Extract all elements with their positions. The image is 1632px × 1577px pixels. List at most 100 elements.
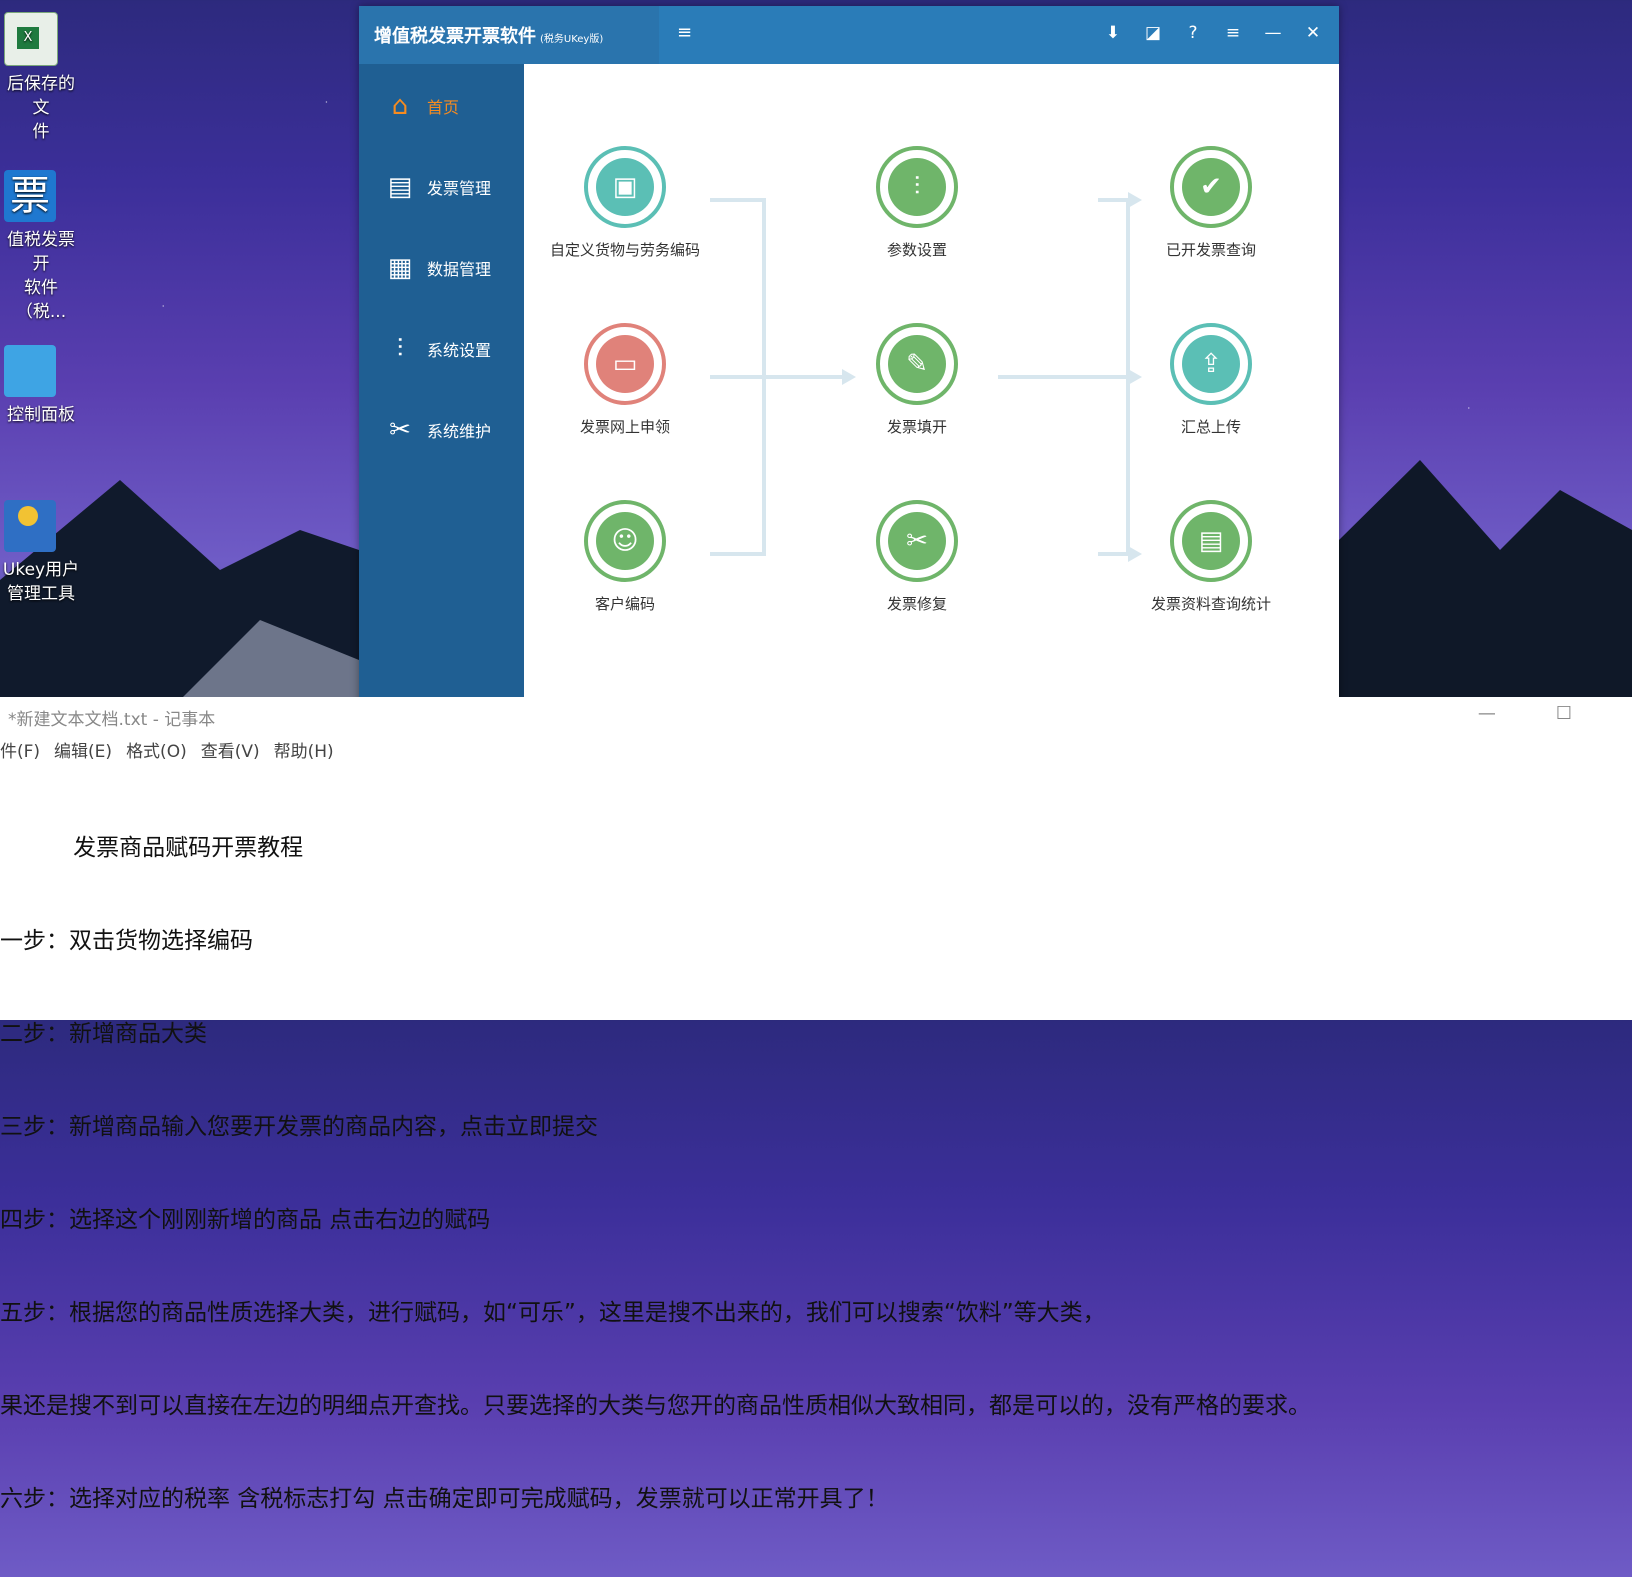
- feature-circle: ✎: [876, 323, 958, 405]
- control-panel-icon: [4, 345, 56, 397]
- nav-item-invoice-management[interactable]: ▤ 发票管理: [359, 157, 524, 217]
- app-subtitle: (税务UKey版): [540, 34, 604, 45]
- nav-item-label: 系统维护: [427, 422, 492, 441]
- notepad-window: *新建文本文档.txt - 记事本 — ☐ 件(F) 编辑(E) 格式(O) 查…: [0, 697, 1632, 1512]
- invoice-app-icon: 票: [4, 170, 56, 222]
- desktop-icon-control-panel[interactable]: 控制面板: [0, 345, 82, 427]
- maximize-button[interactable]: ☐: [1556, 703, 1572, 724]
- minimize-button[interactable]: —: [1253, 16, 1293, 50]
- sidebar: ⌂ 首页 ▤ 发票管理 ▦ 数据管理 ⫶ 系统设置 ✂ 系统维护: [359, 64, 524, 743]
- feature-issued-invoice-query[interactable]: ✔ 已开发票查询: [1126, 146, 1296, 260]
- feature-invoice-online-apply[interactable]: ▭ 发票网上申领: [540, 323, 710, 437]
- menu-edit[interactable]: 编辑(E): [54, 737, 112, 762]
- tools-icon: ✂: [389, 415, 411, 445]
- feature-circle: ☺: [584, 500, 666, 582]
- desktop-icon-label: 软件（税...: [15, 278, 67, 322]
- notepad-text-area[interactable]: 发票商品赋码开票教程 一步：双击货物选择编码 二步：新增商品大类 三步：新增商品…: [0, 771, 1311, 1577]
- home-content: ▣ 自定义货物与劳务编码 ⫶ 参数设置 ✔ 已开发票查询 ▭ 发票网上申领 ✎ …: [524, 64, 1339, 719]
- database-icon: ▦: [387, 253, 413, 283]
- menu-view[interactable]: 查看(V): [201, 737, 260, 762]
- monitor-icon: ▭: [596, 335, 654, 393]
- text-line: 二步：新增商品大类: [0, 1021, 207, 1047]
- menu-file[interactable]: 件(F): [0, 737, 40, 762]
- excel-file-icon: X: [4, 12, 58, 66]
- desktop-icon-invoice-app[interactable]: 票 值税发票开 软件（税...: [0, 170, 82, 324]
- nav-item-label: 发票管理: [427, 179, 492, 198]
- feature-circle: ⇪: [1170, 323, 1252, 405]
- menu-icon[interactable]: ≡: [1213, 16, 1253, 50]
- skin-icon[interactable]: ◪: [1133, 16, 1173, 50]
- feature-custom-goods-code[interactable]: ▣ 自定义货物与劳务编码: [540, 146, 710, 260]
- nav-item-home[interactable]: ⌂ 首页: [359, 76, 524, 136]
- text-line: 五步：根据您的商品性质选择大类，进行赋码，如“可乐”，这里是搜不出来的，我们可以…: [0, 1300, 1106, 1326]
- desktop-icon-label: Ukey用户: [2, 560, 80, 580]
- feature-summary-upload[interactable]: ⇪ 汇总上传: [1126, 323, 1296, 437]
- title-bar: 增值税发票开票软件 (税务UKey版) ≡ ⬇ ◪ ? ≡ — ✕: [359, 6, 1339, 64]
- desktop-icon-saved-file[interactable]: X 后保存的文 件: [0, 12, 82, 144]
- feature-circle: ✔: [1170, 146, 1252, 228]
- printer-search-icon: ▤: [1182, 512, 1240, 570]
- desktop-icon-label: 件: [32, 122, 50, 142]
- feature-label: 已开发票查询: [1165, 241, 1256, 259]
- desktop-icon-label: 后保存的文: [7, 74, 75, 118]
- text-line: 果还是搜不到可以直接在左边的明细点开查找。只要选择的大类与您开的商品性质相似大致…: [0, 1393, 1311, 1419]
- feature-invoice-fill[interactable]: ✎ 发票填开: [832, 323, 1002, 437]
- sliders-icon: ⫶: [888, 158, 946, 216]
- nav-item-data-management[interactable]: ▦ 数据管理: [359, 238, 524, 298]
- feature-label: 客户编码: [594, 595, 655, 613]
- desktop-icon-label: 控制面板: [7, 405, 75, 425]
- notepad-title: *新建文本文档.txt - 记事本: [8, 710, 216, 730]
- feature-customer-code[interactable]: ☺ 客户编码: [540, 500, 710, 614]
- ukey-tool-icon: [4, 500, 56, 552]
- help-icon[interactable]: ?: [1173, 16, 1213, 50]
- tools-icon: ✂: [888, 512, 946, 570]
- text-line: 六步：选择对应的税率 含税标志打勾 点击确定即可完成赋码，发票就可以正常开具了！: [0, 1486, 889, 1512]
- nav-item-system-settings[interactable]: ⫶ 系统设置: [359, 319, 524, 379]
- nav-item-system-maintenance[interactable]: ✂ 系统维护: [359, 400, 524, 460]
- feature-circle: ⫶: [876, 146, 958, 228]
- desktop-icon-label: 值税发票开: [7, 230, 75, 274]
- close-button[interactable]: ✕: [1293, 16, 1333, 50]
- feature-label: 发票资料查询统计: [1150, 595, 1271, 613]
- text-line: 三步：新增商品输入您要开发票的商品内容，点击立即提交: [0, 1114, 598, 1140]
- nav-item-label: 系统设置: [427, 341, 492, 360]
- desktop-icon-ukey-tool[interactable]: Ukey用户 管理工具: [0, 500, 82, 606]
- printer-icon: ▤: [387, 172, 413, 202]
- pen-icon: ✎: [888, 335, 946, 393]
- notepad-window-controls: — ☐: [1418, 703, 1572, 724]
- feature-parameter-settings[interactable]: ⫶ 参数设置: [832, 146, 1002, 260]
- feature-label: 发票填开: [886, 418, 947, 436]
- feature-invoice-repair[interactable]: ✂ 发票修复: [832, 500, 1002, 614]
- app-title: 增值税发票开票软件 (税务UKey版): [374, 22, 603, 48]
- minimize-button[interactable]: —: [1478, 703, 1496, 724]
- nav-item-label: 首页: [427, 98, 460, 117]
- collapse-menu-icon[interactable]: ≡: [677, 22, 692, 43]
- feature-label: 汇总上传: [1180, 418, 1241, 436]
- shopping-cart-icon: ▣: [596, 158, 654, 216]
- download-icon[interactable]: ⬇: [1093, 16, 1133, 50]
- feature-label: 发票修复: [886, 595, 947, 613]
- invoice-app-window: 增值税发票开票软件 (税务UKey版) ≡ ⬇ ◪ ? ≡ — ✕ ⌂ 首页 ▤ …: [359, 6, 1339, 743]
- feature-circle: ▭: [584, 323, 666, 405]
- upload-monitor-icon: ⇪: [1182, 335, 1240, 393]
- desktop-icon-label: 管理工具: [7, 584, 75, 604]
- feature-label: 参数设置: [886, 241, 947, 259]
- feature-label: 自定义货物与劳务编码: [549, 241, 700, 259]
- checkmark-search-icon: ✔: [1182, 158, 1240, 216]
- text-line: 一步：双击货物选择编码: [0, 928, 253, 954]
- text-line: 四步：选择这个刚刚新增的商品 点击右边的赋码: [0, 1207, 491, 1233]
- nav-item-label: 数据管理: [427, 260, 492, 279]
- text-line: 发票商品赋码开票教程: [0, 835, 304, 861]
- title-area: 增值税发票开票软件 (税务UKey版): [359, 6, 659, 64]
- menu-help[interactable]: 帮助(H): [274, 737, 334, 762]
- app-title-text: 增值税发票开票软件: [374, 26, 536, 47]
- sliders-icon: ⫶: [396, 333, 404, 364]
- home-icon: ⌂: [391, 91, 409, 121]
- feature-circle: ▣: [584, 146, 666, 228]
- feature-circle: ✂: [876, 500, 958, 582]
- contact-card-icon: ☺: [596, 512, 654, 570]
- feature-invoice-data-statistics[interactable]: ▤ 发票资料查询统计: [1126, 500, 1296, 614]
- feature-label: 发票网上申领: [579, 418, 670, 436]
- menu-format[interactable]: 格式(O): [126, 737, 187, 762]
- window-controls: ⬇ ◪ ? ≡ — ✕: [1093, 16, 1333, 50]
